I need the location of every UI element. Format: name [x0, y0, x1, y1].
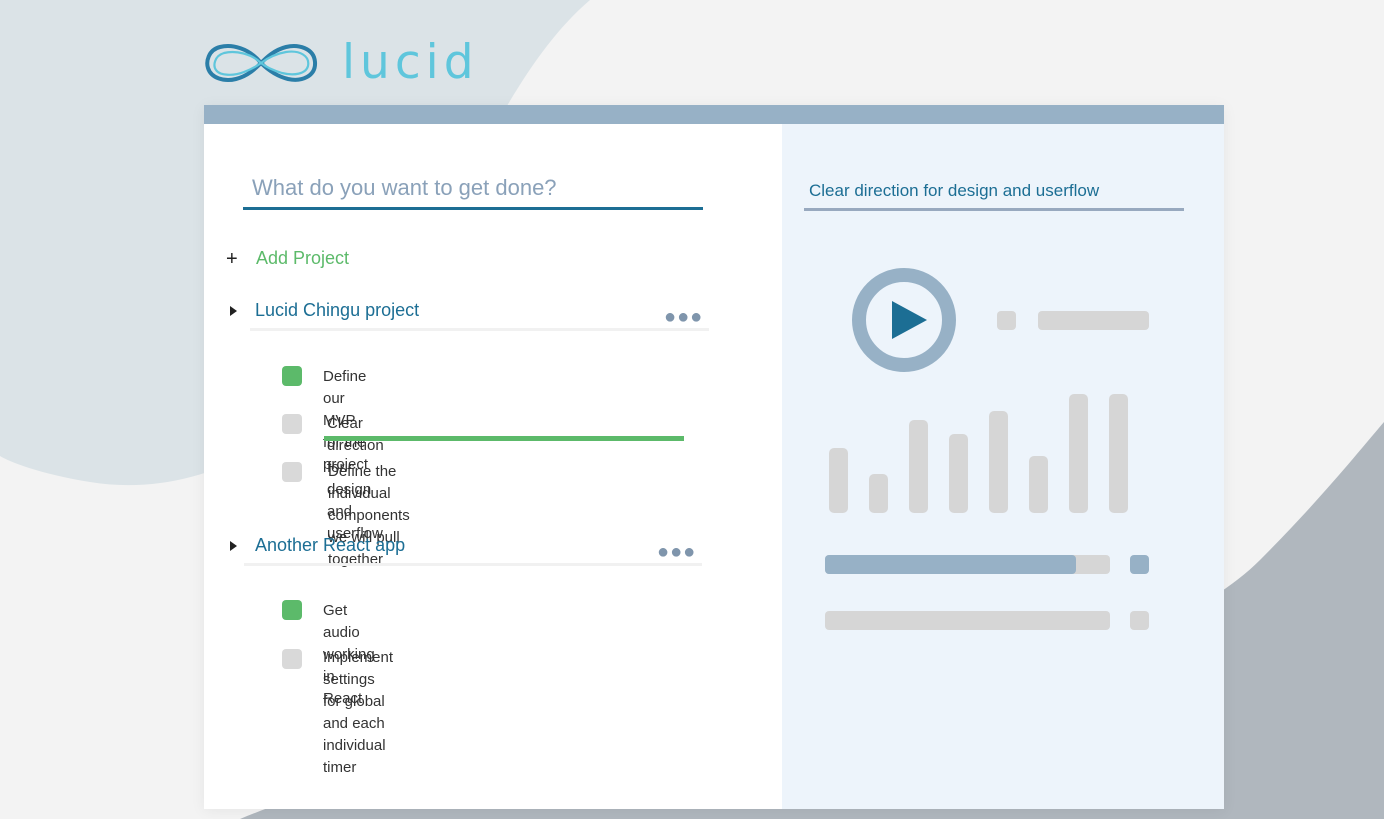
progress-fill [825, 555, 1076, 574]
caret-right-icon[interactable] [230, 540, 237, 551]
detail-title: Clear direction for design and userflow [809, 181, 1100, 200]
infinity-icon [205, 44, 317, 82]
progress-track [825, 555, 1110, 574]
project-header: Another React app [230, 535, 405, 556]
task-input[interactable] [243, 168, 703, 210]
active-task-indicator [324, 436, 684, 441]
visualizer-bar [1029, 456, 1048, 513]
more-options-icon[interactable]: ●●● [657, 542, 696, 562]
task-text: Define the individual components we will… [328, 463, 410, 546]
visualizer-bar [909, 420, 928, 513]
project-title[interactable]: Another React app [255, 535, 405, 556]
card-header-bar [204, 105, 1224, 124]
visualizer-bar [829, 448, 848, 513]
visualizer-bar [1109, 394, 1128, 513]
app-name: lucid [342, 35, 479, 90]
visualizer-bar [989, 411, 1008, 513]
task-checkbox[interactable] [282, 600, 302, 620]
app-logo: lucid [204, 38, 479, 88]
project-divider [244, 563, 702, 566]
task-panel: + Add Project Lucid Chingu project ●●● D… [204, 124, 782, 809]
task-checkbox[interactable] [282, 649, 302, 669]
more-options-icon[interactable]: ●●● [664, 307, 703, 327]
main-card: + Add Project Lucid Chingu project ●●● D… [204, 105, 1224, 809]
placeholder-dot [1130, 611, 1149, 630]
project-header: Lucid Chingu project [230, 300, 419, 321]
project-title[interactable]: Lucid Chingu project [255, 300, 419, 321]
play-icon[interactable] [852, 268, 956, 372]
placeholder-dot [997, 311, 1016, 330]
visualizer-bar [869, 474, 888, 513]
detail-panel: Clear direction for design and userflow [782, 124, 1224, 809]
visualizer-bar [1069, 394, 1088, 513]
progress-handle[interactable] [1130, 555, 1149, 574]
add-project-label: Add Project [256, 248, 350, 268]
visualizer-bar [949, 434, 968, 513]
task-checkbox[interactable] [282, 366, 302, 386]
task-checkbox[interactable] [282, 414, 302, 434]
placeholder-line [825, 611, 1110, 630]
add-project-button[interactable]: + Add Project [226, 248, 349, 269]
plus-icon: + [226, 247, 238, 270]
task-text: Implement settings for global and each [323, 649, 394, 732]
placeholder-line [1038, 311, 1149, 330]
detail-title-underline [804, 208, 1184, 211]
caret-right-icon[interactable] [230, 305, 237, 316]
task-checkbox[interactable] [282, 462, 302, 482]
project-divider [250, 328, 709, 331]
task-text: individual timer [323, 737, 386, 776]
